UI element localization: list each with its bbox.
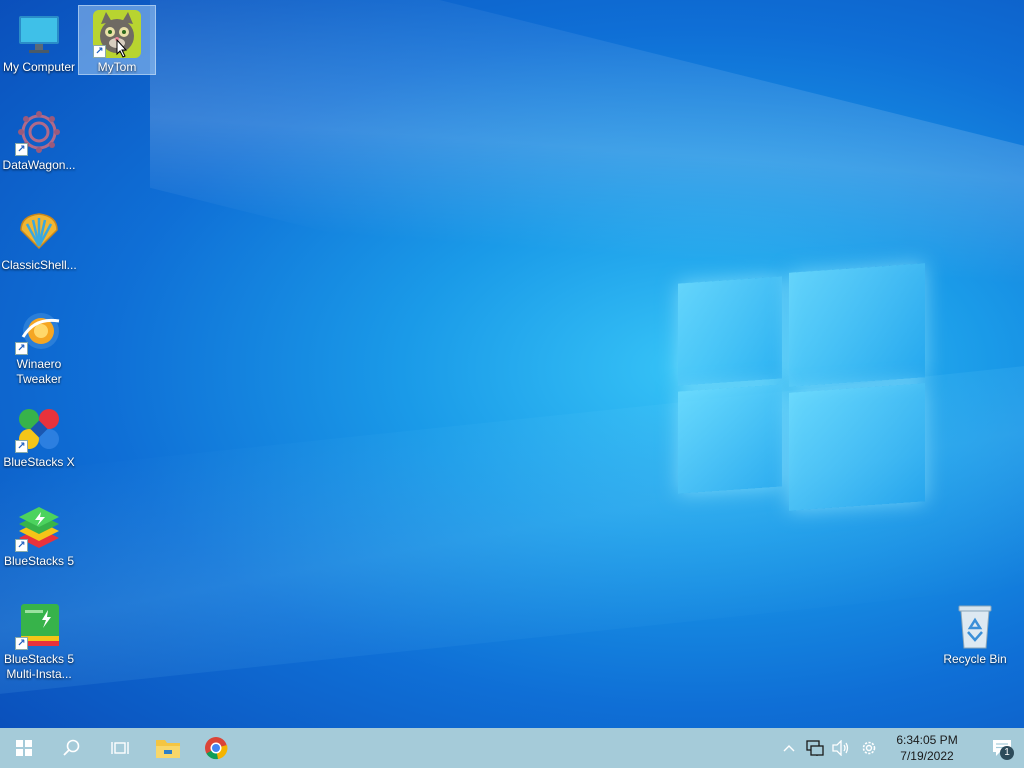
network-icon [806, 740, 824, 756]
chrome-icon [205, 737, 228, 760]
network-button[interactable] [802, 728, 828, 768]
recycle-bin-icon [951, 602, 999, 650]
desktop[interactable]: My Computer ↗ MyTom ↗ DataWagon... Class… [0, 0, 1024, 728]
shortcut-arrow-icon: ↗ [15, 440, 28, 453]
desktop-icon-bluestacks-multi-instance[interactable]: ↗ BlueStacks 5 Multi-Insta... [1, 598, 77, 684]
start-button[interactable] [0, 728, 48, 768]
settings-button[interactable] [854, 728, 884, 768]
system-tray: 6:34:05 PM 7/19/2022 1 [776, 728, 1024, 768]
wallpaper-windows-logo [676, 256, 928, 514]
desktop-icon-bluestacks-5[interactable]: ↗ BlueStacks 5 [1, 500, 77, 572]
desktop-icon-recycle-bin[interactable]: Recycle Bin [937, 598, 1013, 670]
bluestacks-x-icon: ↗ [15, 405, 63, 453]
taskbar: 6:34:05 PM 7/19/2022 1 [0, 728, 1024, 768]
datawagon-icon: ↗ [15, 108, 63, 156]
desktop-icon-label: BlueStacks 5 [3, 554, 75, 568]
action-center-button[interactable]: 1 [980, 728, 1024, 768]
desktop-icon-bluestacks-x[interactable]: ↗ BlueStacks X [1, 401, 77, 473]
chevron-up-icon [783, 745, 795, 752]
taskbar-clock[interactable]: 6:34:05 PM 7/19/2022 [890, 732, 964, 764]
desktop-icon-label: MyTom [97, 60, 137, 74]
task-view-icon [111, 742, 129, 754]
shortcut-arrow-icon: ↗ [93, 45, 106, 58]
file-explorer-icon [156, 740, 180, 758]
winaero-tweaker-icon: ↗ [15, 307, 63, 355]
clock-time: 6:34:05 PM [896, 733, 958, 747]
volume-button[interactable] [828, 728, 854, 768]
desktop-icon-winaero-tweaker[interactable]: ↗ Winaero Tweaker [1, 303, 77, 387]
search-icon [63, 739, 80, 756]
bluestacks-5-icon: ↗ [15, 504, 63, 552]
desktop-icon-label: Recycle Bin [943, 652, 1007, 666]
desktop-icon-label: ClassicShell... [1, 258, 77, 272]
show-hidden-icons-button[interactable] [776, 728, 802, 768]
classic-shell-icon [15, 208, 63, 256]
notification-count-badge: 1 [1000, 746, 1014, 760]
bluestacks-multi-instance-icon: ↗ [15, 602, 63, 650]
desktop-icon-label: My Computer [2, 60, 76, 74]
desktop-icon-label: DataWagon... [2, 158, 76, 172]
file-explorer-button[interactable] [144, 728, 192, 768]
settings-gear-icon [862, 741, 876, 755]
shortcut-arrow-icon: ↗ [15, 342, 28, 355]
desktop-icon-label: BlueStacks X [3, 455, 75, 469]
task-view-button[interactable] [96, 728, 144, 768]
desktop-icon-label: BlueStacks 5 Multi-Insta... [3, 652, 75, 681]
monitor-icon [15, 10, 63, 58]
windows-start-icon [16, 740, 32, 756]
desktop-icon-label: Winaero Tweaker [16, 357, 62, 386]
shortcut-arrow-icon: ↗ [15, 539, 28, 552]
clock-date: 7/19/2022 [900, 749, 954, 763]
mouse-cursor-icon [116, 39, 128, 58]
desktop-icon-classicshell[interactable]: ClassicShell... [1, 204, 77, 274]
shortcut-arrow-icon: ↗ [15, 637, 28, 650]
chrome-button[interactable] [192, 728, 240, 768]
search-button[interactable] [48, 728, 96, 768]
desktop-icon-my-computer[interactable]: My Computer [1, 6, 77, 74]
desktop-icon-datawagon[interactable]: ↗ DataWagon... [1, 104, 77, 174]
shortcut-arrow-icon: ↗ [15, 143, 28, 156]
volume-icon [832, 740, 849, 756]
